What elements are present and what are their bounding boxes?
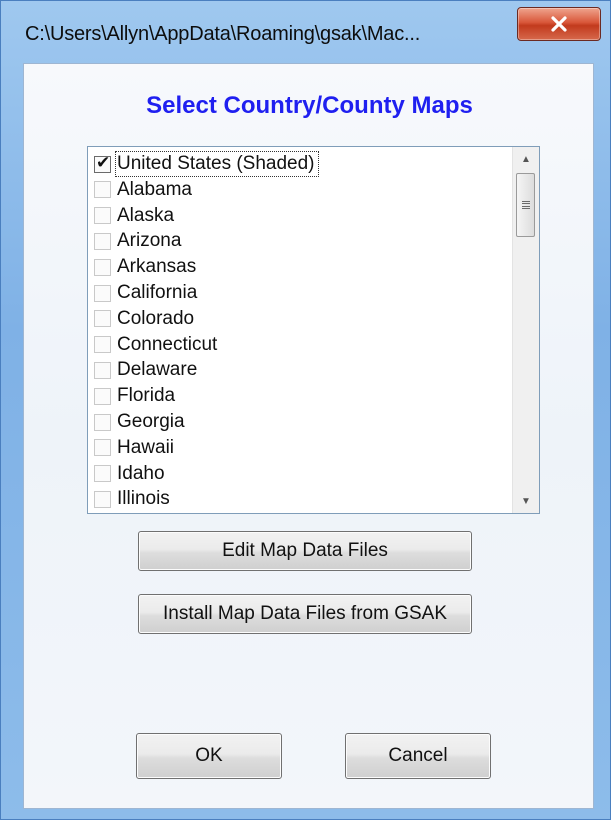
list-item-label: Alaska <box>117 204 175 226</box>
list-item-label: Colorado <box>117 307 195 329</box>
close-button[interactable] <box>517 7 601 41</box>
chevron-down-icon: ▼ <box>521 495 531 507</box>
list-item-label: United States (Shaded) <box>115 151 319 177</box>
close-icon <box>551 16 567 32</box>
list-item[interactable]: Hawaii <box>94 435 174 461</box>
list-item-label: California <box>117 282 198 303</box>
list-item-label: Florida <box>117 385 176 407</box>
grip-icon <box>521 200 530 210</box>
list-item-label: Alabama <box>117 178 192 200</box>
list-scrollbar[interactable]: ▲ ▼ <box>512 147 539 513</box>
list-item-label: Delaware <box>117 359 198 381</box>
checkmark-icon: ✔ <box>96 152 111 172</box>
chevron-up-icon: ▲ <box>521 153 531 165</box>
list-item[interactable]: Arizona <box>94 228 181 254</box>
checkbox[interactable] <box>94 387 111 405</box>
list-item[interactable]: Idaho <box>94 461 165 487</box>
list-item[interactable]: Alaska <box>94 203 174 229</box>
list-item[interactable]: Alabama <box>94 177 192 203</box>
checkbox[interactable] <box>94 336 111 354</box>
window-title: C:\Users\Allyn\AppData\Roaming\gsak\Mac.… <box>25 23 421 45</box>
checkbox[interactable] <box>94 310 111 328</box>
install-map-data-files-button[interactable]: Install Map Data Files from GSAK <box>138 594 472 634</box>
checkbox[interactable] <box>94 207 111 225</box>
checkbox[interactable] <box>94 181 111 199</box>
checkbox[interactable] <box>94 413 111 431</box>
checkbox[interactable] <box>94 490 111 508</box>
list-item[interactable]: Georgia <box>94 409 185 435</box>
checkbox[interactable] <box>94 232 111 250</box>
map-checklist[interactable]: ✔ United States (Shaded) Alabama Alaska Ariz… <box>87 146 540 514</box>
dialog-window: C:\Users\Allyn\AppData\Roaming\gsak\Mac.… <box>0 0 611 820</box>
list-item[interactable]: Illinois <box>94 486 170 512</box>
list-item-label: Georgia <box>117 411 185 432</box>
title-bar[interactable]: C:\Users\Allyn\AppData\Roaming\gsak\Mac.… <box>1 1 611 61</box>
list-item[interactable]: California <box>94 280 197 306</box>
scroll-thumb[interactable] <box>516 173 535 237</box>
scroll-up-button[interactable]: ▲ <box>513 147 539 171</box>
checkbox[interactable] <box>94 439 111 457</box>
list-item-label: Idaho <box>117 462 165 484</box>
scroll-down-button[interactable]: ▼ <box>513 489 539 513</box>
dialog-heading: Select Country/County Maps <box>146 92 473 119</box>
list-item[interactable]: Arkansas <box>94 254 196 280</box>
checkbox[interactable] <box>94 361 111 379</box>
list-item[interactable]: ✔ United States (Shaded) <box>94 151 319 177</box>
checkbox[interactable] <box>94 258 111 276</box>
checkbox[interactable] <box>94 284 111 302</box>
checkbox[interactable]: ✔ <box>94 152 111 173</box>
list-item-label: Arizona <box>117 230 182 252</box>
edit-map-data-files-button[interactable]: Edit Map Data Files <box>138 531 472 571</box>
list-item[interactable]: Colorado <box>94 306 194 332</box>
list-item[interactable]: Delaware <box>94 357 197 383</box>
list-item-label: Illinois <box>117 488 170 510</box>
list-item[interactable]: Florida <box>94 383 175 409</box>
dialog-client-area: Select Country/County Maps ✔ United State… <box>23 63 594 809</box>
list-item[interactable]: Connecticut <box>94 332 217 358</box>
list-item-label: Arkansas <box>117 256 197 278</box>
list-item-label: Connecticut <box>117 333 218 355</box>
cancel-button[interactable]: Cancel <box>345 733 491 779</box>
ok-button[interactable]: OK <box>136 733 282 779</box>
list-item-label: Hawaii <box>117 436 175 458</box>
checkbox[interactable] <box>94 465 111 483</box>
